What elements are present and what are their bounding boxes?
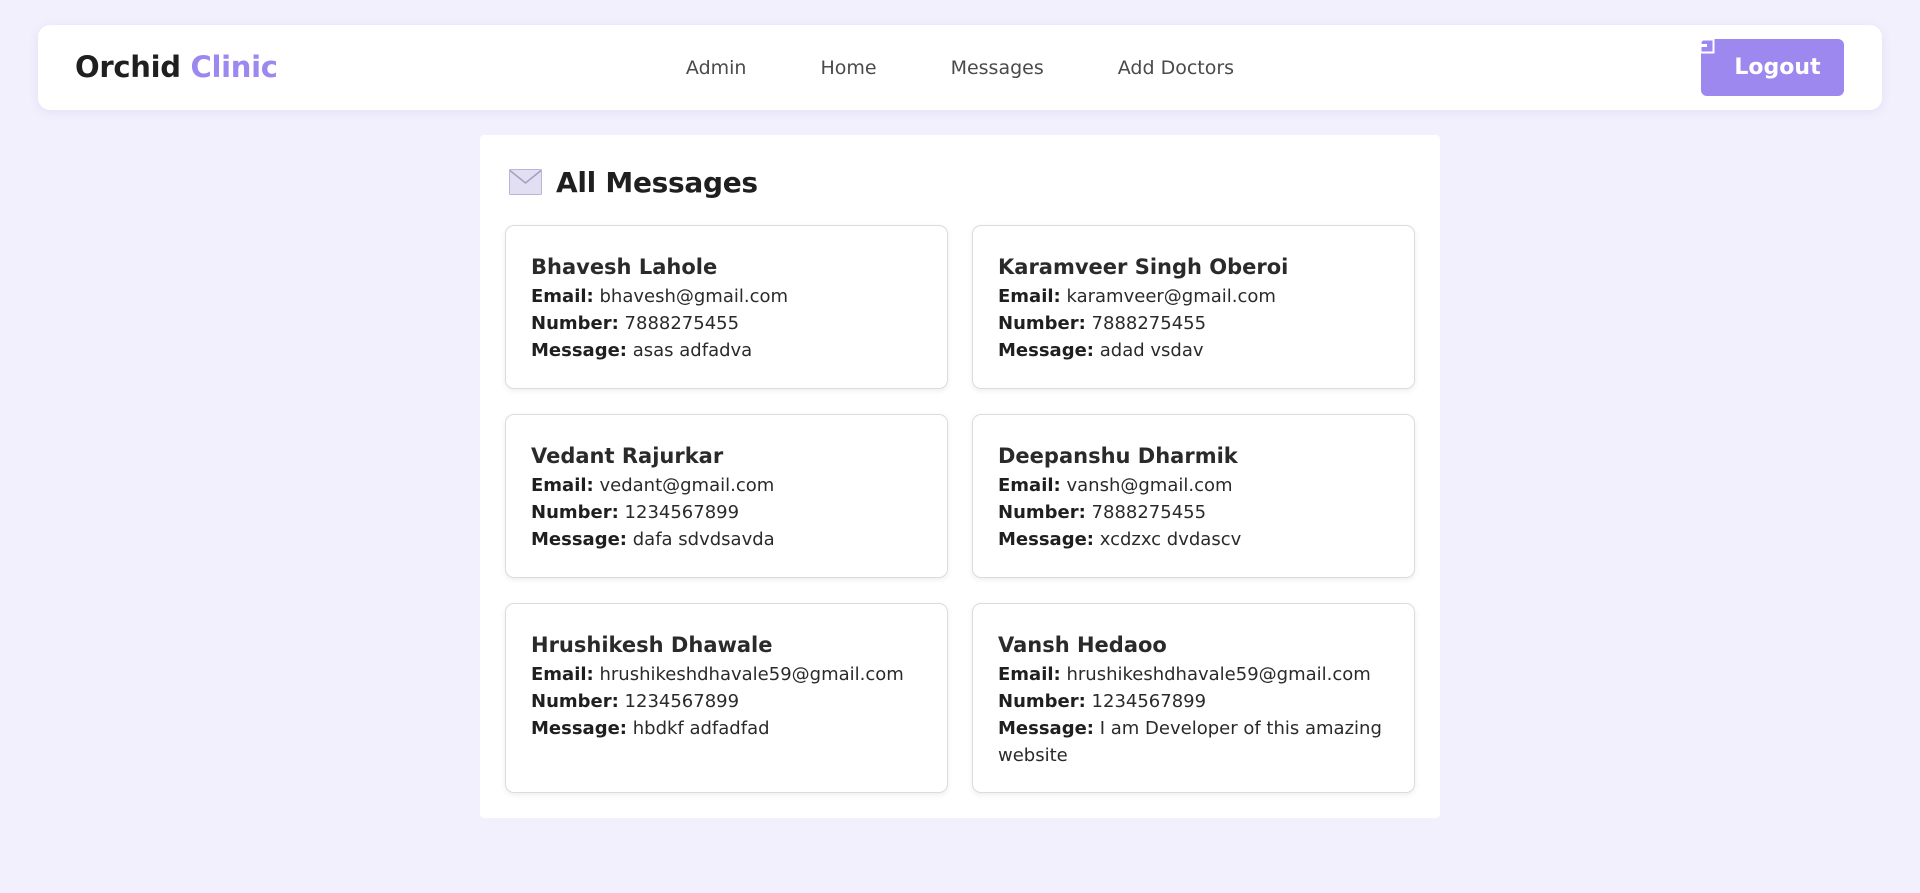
message-card: Hrushikesh Dhawale Email: hrushikeshdhav… (505, 603, 948, 793)
number-label: Number: (531, 691, 619, 712)
email-label: Email: (998, 664, 1061, 685)
nav-link-admin[interactable]: Admin (686, 57, 747, 79)
number-label: Number: (531, 313, 619, 334)
brand-logo[interactable]: Orchid Clinic (75, 25, 278, 110)
message-label: Message: (531, 718, 627, 739)
page-title: All Messages (556, 165, 758, 199)
message-card: Deepanshu Dharmik Email: vansh@gmail.com… (972, 414, 1415, 578)
email-label: Email: (531, 664, 594, 685)
sender-name: Vedant Rajurkar (531, 444, 724, 468)
message-text: hbdkf adfadfad (632, 718, 770, 739)
sender-number: 7888275455 (1091, 502, 1207, 523)
messages-panel: All Messages Bhavesh Lahole Email: bhave… (480, 135, 1440, 818)
message-row: Message: dafa sdvdsavda (531, 526, 922, 553)
sender-number: 1234567899 (624, 691, 740, 712)
message-card: Vansh Hedaoo Email: hrushikeshdhavale59@… (972, 603, 1415, 793)
sender-number: 7888275455 (1091, 313, 1207, 334)
email-label: Email: (998, 475, 1061, 496)
nav-links: Admin Home Messages Add Doctors (38, 25, 1882, 110)
brand-name-first: Orchid (75, 50, 181, 84)
email-label: Email: (531, 475, 594, 496)
sender-email: bhavesh@gmail.com (599, 286, 789, 307)
sender-number-row: Number: 1234567899 (998, 688, 1389, 715)
sender-name: Karamveer Singh Oberoi (998, 255, 1289, 279)
email-label: Email: (531, 286, 594, 307)
nav-link-home[interactable]: Home (820, 57, 876, 79)
message-card: Vedant Rajurkar Email: vedant@gmail.com … (505, 414, 948, 578)
sender-name: Bhavesh Lahole (531, 255, 718, 279)
sender-email-row: Email: hrushikeshdhavale59@gmail.com (998, 661, 1389, 688)
sender-number-row: Number: 1234567899 (531, 499, 922, 526)
message-row: Message: asas adfadva (531, 337, 922, 364)
sender-email: hrushikeshdhavale59@gmail.com (599, 664, 904, 685)
logout-button[interactable]: Logout (1699, 38, 1844, 96)
message-row: Message: xcdzxc dvdascv (998, 526, 1389, 553)
sender-email: vansh@gmail.com (1066, 475, 1233, 496)
message-row: Message: I am Developer of this amazing … (998, 715, 1389, 769)
number-label: Number: (998, 691, 1086, 712)
sender-email: hrushikeshdhavale59@gmail.com (1066, 664, 1371, 685)
panel-header: All Messages (509, 163, 758, 201)
sender-name: Hrushikesh Dhawale (531, 633, 773, 657)
message-label: Message: (531, 340, 627, 361)
sender-name: Deepanshu Dharmik (998, 444, 1238, 468)
message-card: Bhavesh Lahole Email: bhavesh@gmail.com … (505, 225, 948, 389)
sender-name: Vansh Hedaoo (998, 633, 1167, 657)
logout-label: Logout (1734, 55, 1821, 80)
sender-number: 7888275455 (624, 313, 740, 334)
sender-number-row: Number: 1234567899 (531, 688, 922, 715)
brand-name-second: Clinic (190, 50, 278, 84)
message-label: Message: (531, 529, 627, 550)
message-row: Message: hbdkf adfadfad (531, 715, 922, 742)
sender-number: 1234567899 (1091, 691, 1207, 712)
sender-number-row: Number: 7888275455 (998, 310, 1389, 337)
sender-email-row: Email: karamveer@gmail.com (998, 283, 1389, 310)
sender-email-row: Email: hrushikeshdhavale59@gmail.com (531, 661, 922, 688)
nav-link-messages[interactable]: Messages (951, 57, 1044, 79)
message-text: asas adfadva (632, 340, 753, 361)
message-label: Message: (998, 718, 1094, 739)
nav-link-add-doctors[interactable]: Add Doctors (1118, 57, 1234, 79)
message-text: adad vsdav (1099, 340, 1204, 361)
mail-icon (509, 169, 542, 195)
sender-email-row: Email: vansh@gmail.com (998, 472, 1389, 499)
message-text: dafa sdvdsavda (632, 529, 775, 550)
sender-number: 1234567899 (624, 502, 740, 523)
message-label: Message: (998, 529, 1094, 550)
number-label: Number: (531, 502, 619, 523)
sender-number-row: Number: 7888275455 (998, 499, 1389, 526)
sender-email: vedant@gmail.com (599, 475, 775, 496)
logout-icon (1699, 38, 1715, 54)
email-label: Email: (998, 286, 1061, 307)
sender-number-row: Number: 7888275455 (531, 310, 922, 337)
number-label: Number: (998, 313, 1086, 334)
message-label: Message: (998, 340, 1094, 361)
navbar: Orchid Clinic Admin Home Messages Add Do… (38, 25, 1882, 110)
message-cards-grid: Bhavesh Lahole Email: bhavesh@gmail.com … (505, 225, 1415, 793)
message-row: Message: adad vsdav (998, 337, 1389, 364)
sender-email: karamveer@gmail.com (1066, 286, 1276, 307)
number-label: Number: (998, 502, 1086, 523)
sender-email-row: Email: vedant@gmail.com (531, 472, 922, 499)
message-text: xcdzxc dvdascv (1099, 529, 1242, 550)
message-card: Karamveer Singh Oberoi Email: karamveer@… (972, 225, 1415, 389)
sender-email-row: Email: bhavesh@gmail.com (531, 283, 922, 310)
